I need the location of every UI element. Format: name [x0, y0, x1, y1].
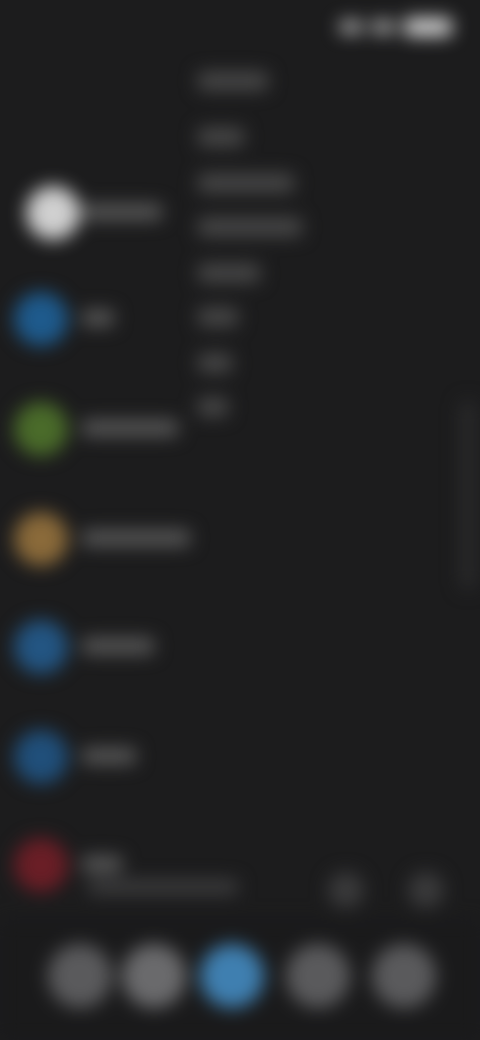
app-label: [82, 530, 190, 546]
app-icon-blue: [14, 730, 68, 784]
signal-icon: [340, 21, 362, 33]
phone-screen: [0, 0, 480, 1040]
dock-button[interactable]: [48, 944, 112, 1008]
dock-button[interactable]: [286, 944, 350, 1008]
app-label: [82, 204, 162, 220]
app-icon-blue: [14, 620, 68, 674]
bottom-text: [88, 880, 238, 894]
dock-button[interactable]: [122, 944, 186, 1008]
page-title: [38, 68, 168, 94]
status-icons: [340, 18, 452, 36]
dock: [0, 920, 480, 1040]
app-label: [82, 310, 114, 326]
app-row[interactable]: [14, 186, 214, 266]
app-label: [82, 420, 178, 436]
action-button[interactable]: [408, 872, 444, 908]
menu-item[interactable]: [198, 128, 244, 146]
app-row[interactable]: [14, 620, 214, 700]
dock-button-active[interactable]: [200, 944, 264, 1008]
app-icon-blue: [14, 292, 68, 346]
app-row[interactable]: [14, 512, 214, 592]
app-icon-orange: [14, 512, 68, 566]
app-icon-green: [14, 402, 68, 456]
dock-button[interactable]: [372, 944, 436, 1008]
menu-item[interactable]: [198, 264, 260, 282]
app-row[interactable]: [14, 730, 214, 810]
action-button[interactable]: [328, 872, 364, 908]
app-label: [82, 638, 154, 654]
menu-item[interactable]: [198, 72, 268, 90]
battery-icon: [404, 18, 452, 36]
app-row[interactable]: [14, 402, 214, 482]
app-icon-white: [26, 186, 80, 240]
app-row[interactable]: [14, 292, 214, 372]
wifi-icon: [372, 21, 394, 33]
blurred-content: [0, 0, 480, 1040]
status-bar: [32, 12, 452, 48]
app-label: [82, 748, 136, 764]
scrollbar[interactable]: [460, 400, 476, 590]
